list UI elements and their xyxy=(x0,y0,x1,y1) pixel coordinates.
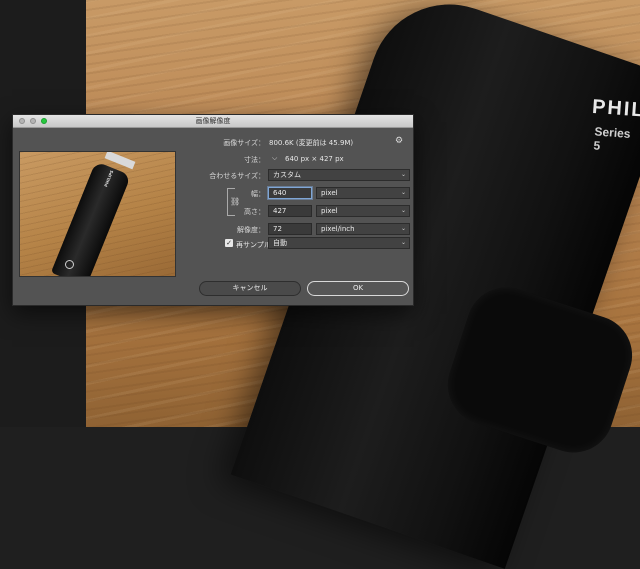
width-unit-select[interactable]: pixel ⌄ xyxy=(316,187,410,199)
image-preview[interactable]: PHILIPS xyxy=(19,151,176,277)
chevron-down-icon: ⌄ xyxy=(400,207,406,214)
background-brand-text: PHILI xyxy=(591,95,640,123)
gear-icon[interactable]: ⚙︎ xyxy=(395,136,403,146)
resolution-label: 解像度： xyxy=(237,226,265,234)
resample-checkbox[interactable]: ✓ xyxy=(225,239,233,247)
dimensions-label: 寸法： xyxy=(244,156,265,164)
width-unit-value: pixel xyxy=(321,189,338,197)
fit-to-select[interactable]: カスタム ⌄ xyxy=(268,169,410,181)
width-label: 幅： xyxy=(251,190,265,198)
fit-to-value: カスタム xyxy=(273,171,301,179)
dialog-title: 画像解像度 xyxy=(195,117,231,125)
chevron-down-icon: ⌄ xyxy=(400,189,406,196)
cancel-button[interactable]: キャンセル xyxy=(199,281,301,296)
height-unit-value: pixel xyxy=(321,207,338,215)
resample-select[interactable]: 自動 ⌄ xyxy=(268,237,410,249)
height-unit-select[interactable]: pixel ⌄ xyxy=(316,205,410,217)
checkmark-icon: ✓ xyxy=(226,239,232,247)
height-input[interactable]: 427 xyxy=(268,205,312,217)
resolution-unit-select[interactable]: pixel/inch ⌄ xyxy=(316,223,410,235)
preview-power-button xyxy=(65,260,74,269)
resolution-unit-value: pixel/inch xyxy=(321,225,355,233)
chevron-down-icon: ⌄ xyxy=(400,239,406,246)
preview-trimmer xyxy=(50,161,132,276)
dimensions-value: 640 px × 427 px xyxy=(285,155,344,163)
background-series-text: Series 5 xyxy=(593,124,631,153)
resolution-input[interactable]: 72 xyxy=(268,223,312,235)
image-size-value: 800.6K (変更前は 45.9M) xyxy=(269,139,354,147)
chevron-down-icon[interactable]: ⌵ xyxy=(272,154,277,163)
width-input[interactable]: 640 xyxy=(268,187,312,199)
ok-button[interactable]: OK xyxy=(307,281,409,296)
chevron-down-icon: ⌄ xyxy=(400,171,406,178)
image-size-label: 画像サイズ： xyxy=(223,139,265,147)
fit-to-label: 合わせるサイズ： xyxy=(209,172,265,180)
image-size-dialog: 画像解像度 PHILIPS 画像サイズ： 800.6K (変更前は 45.9M)… xyxy=(12,114,414,306)
resample-value: 自動 xyxy=(273,239,287,247)
height-label: 高さ： xyxy=(244,208,265,216)
chevron-down-icon: ⌄ xyxy=(400,225,406,232)
dialog-titlebar: 画像解像度 xyxy=(13,115,413,128)
